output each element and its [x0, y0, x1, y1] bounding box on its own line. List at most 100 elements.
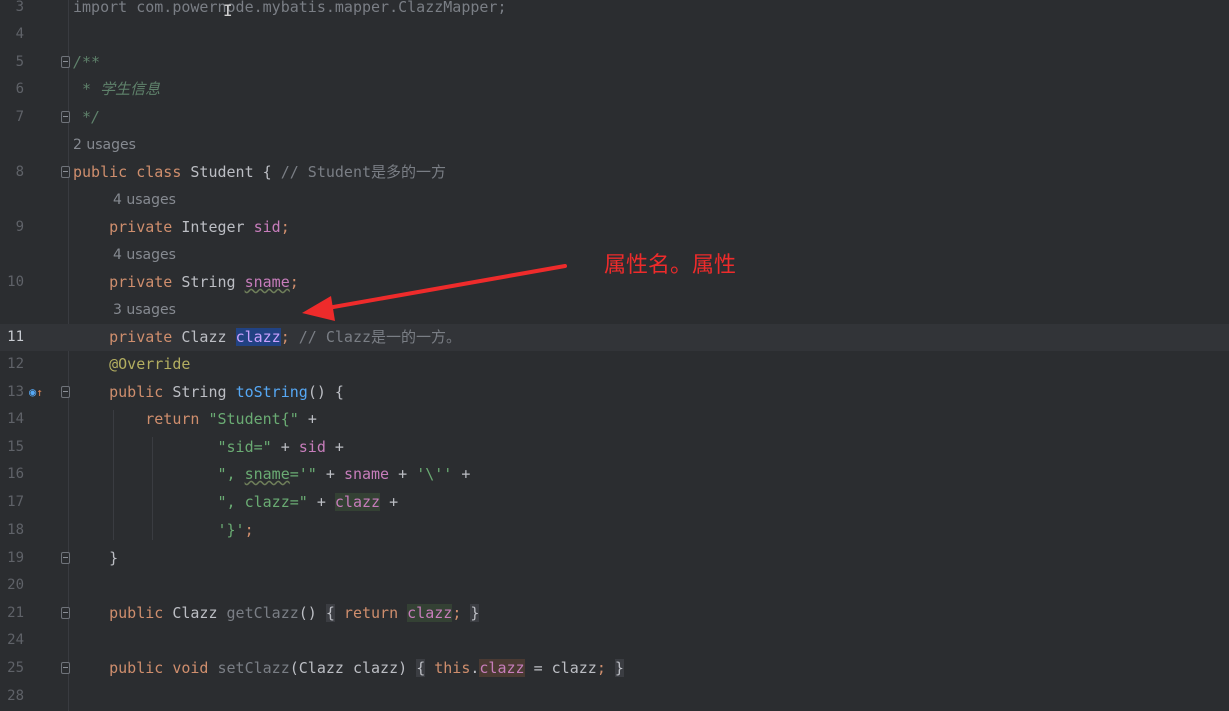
code-text[interactable]: import com.powernode.mybatis.mapper.Claz…	[73, 0, 506, 21]
code-editor[interactable]: 3 import com.powernode.mybatis.mapper.Cla…	[0, 0, 1229, 711]
usages-hint[interactable]: 2 usages	[73, 132, 136, 159]
code-text[interactable]: @Override	[73, 351, 190, 378]
code-token: clazz	[334, 493, 381, 511]
code-line[interactable]: 16 ", sname='" + sname + '\'' +	[0, 461, 1229, 488]
code-token: sid	[298, 438, 335, 456]
code-line[interactable]: 18 '}';	[0, 517, 1229, 544]
code-line[interactable]: 25 public void setClazz(Clazz clazz) { t…	[0, 655, 1229, 682]
code-token: public	[73, 163, 137, 181]
code-token: = clazz	[524, 659, 597, 677]
code-text[interactable]: private String sname;	[73, 269, 299, 296]
code-text[interactable]: /**	[73, 49, 100, 76]
code-token: Clazz	[181, 328, 236, 346]
code-text[interactable]: public void setClazz(Clazz clazz) { this…	[73, 655, 624, 682]
code-token: clazz	[407, 604, 453, 622]
arrow-head	[302, 296, 335, 321]
code-token: return	[73, 410, 209, 428]
code-text[interactable]: private Integer sid;	[73, 214, 290, 241]
code-token: // Student是多的一方	[280, 163, 447, 181]
code-token: +	[307, 410, 317, 428]
code-token: ='"	[289, 465, 326, 483]
code-line[interactable]: 7 */	[0, 104, 1229, 131]
code-line[interactable]: 21 public Clazz getClazz() { return claz…	[0, 600, 1229, 627]
usages-hint[interactable]: 3 usages	[113, 297, 176, 324]
usages-hint[interactable]: 4 usages	[113, 187, 176, 214]
code-token: sid	[253, 218, 281, 236]
code-token: Integer	[181, 218, 254, 236]
code-token: public	[73, 604, 173, 622]
line-number: 24	[7, 632, 24, 648]
code-token: sname	[244, 273, 290, 291]
code-token: private	[73, 273, 182, 291]
code-line[interactable]: 9 private Integer sid;	[0, 214, 1229, 241]
code-text[interactable]: '}';	[73, 517, 254, 544]
code-line[interactable]: 24	[0, 627, 1229, 654]
code-line[interactable]: 14 return "Student{" +	[0, 406, 1229, 433]
code-token: toString	[235, 383, 308, 401]
code-line[interactable]: 13 public String toString() { ◉↑	[0, 379, 1229, 406]
code-text[interactable]: ", clazz=" + clazz +	[73, 489, 398, 516]
code-text[interactable]: private Clazz clazz; // Clazz是一的一方。	[73, 324, 461, 351]
code-token: '\''	[416, 465, 462, 483]
code-line[interactable]: 4	[0, 21, 1229, 48]
code-line-current[interactable]: 11 private Clazz clazz; // Clazz是一的一方。	[0, 324, 1229, 351]
code-text[interactable]: public Clazz getClazz() { return clazz; …	[73, 600, 480, 627]
code-token: "Student{"	[208, 410, 308, 428]
line-number: 11	[7, 329, 24, 345]
line-number: 12	[7, 356, 24, 372]
code-token: @Override	[73, 355, 191, 373]
line-number: 13	[7, 384, 24, 400]
code-token: +	[398, 465, 417, 483]
code-text[interactable]: public class Student { // Student是多的一方	[73, 159, 446, 186]
code-text[interactable]: return "Student{" +	[73, 406, 317, 433]
code-token: private	[73, 328, 182, 346]
code-token: * 学生信息	[73, 80, 161, 98]
code-line[interactable]: 5 /**	[0, 49, 1229, 76]
fold-toggle-icon[interactable]	[61, 166, 70, 178]
code-text[interactable]: * 学生信息	[73, 76, 160, 103]
code-line[interactable]: 15 "sid=" + sid +	[0, 434, 1229, 461]
usages-hint[interactable]: 4 usages	[113, 242, 176, 269]
code-line[interactable]: 12 @Override	[0, 351, 1229, 378]
indent-guide	[152, 437, 153, 540]
fold-toggle-icon[interactable]	[61, 662, 70, 674]
fold-toggle-icon[interactable]	[61, 552, 70, 564]
indent-guide	[113, 410, 114, 540]
code-token: }	[470, 604, 480, 622]
fold-toggle-icon[interactable]	[61, 111, 70, 123]
line-number: 25	[7, 660, 24, 676]
override-method-icon[interactable]: ◉↑	[29, 386, 43, 400]
line-number: 15	[7, 439, 24, 455]
code-token: sname	[343, 465, 399, 483]
fold-toggle-icon[interactable]	[61, 386, 70, 398]
code-line[interactable]: 19 }	[0, 545, 1229, 572]
line-number: 6	[15, 81, 24, 97]
code-text[interactable]: }	[73, 545, 118, 572]
code-line[interactable]: 3 import com.powernode.mybatis.mapper.Cla…	[0, 0, 1229, 21]
line-number: 14	[7, 411, 24, 427]
code-token: ;	[289, 273, 299, 291]
line-number: 10	[7, 274, 24, 290]
line-number: 7	[15, 109, 24, 125]
line-number: 21	[7, 605, 24, 621]
code-token: ()	[298, 604, 326, 622]
fold-toggle-icon[interactable]	[61, 607, 70, 619]
code-line[interactable]: 8 public class Student { // Student是多的一方	[0, 159, 1229, 186]
code-token: getClazz	[226, 604, 299, 622]
code-text[interactable]: public String toString() {	[73, 379, 344, 406]
code-token: }	[614, 659, 624, 677]
code-line[interactable]: 20	[0, 572, 1229, 599]
line-number: 8	[15, 164, 24, 180]
code-token: return	[334, 604, 408, 622]
code-token: // Clazz是一的一方。	[298, 328, 462, 346]
code-token: sname	[244, 465, 290, 483]
code-text[interactable]: */	[73, 104, 100, 131]
code-text[interactable]: ", sname='" + sname + '\'' +	[73, 461, 471, 488]
code-line[interactable]: 17 ", clazz=" + clazz +	[0, 489, 1229, 516]
fold-toggle-icon[interactable]	[61, 56, 70, 68]
code-line[interactable]: 28	[0, 683, 1229, 710]
code-line[interactable]: 6 * 学生信息	[0, 76, 1229, 103]
